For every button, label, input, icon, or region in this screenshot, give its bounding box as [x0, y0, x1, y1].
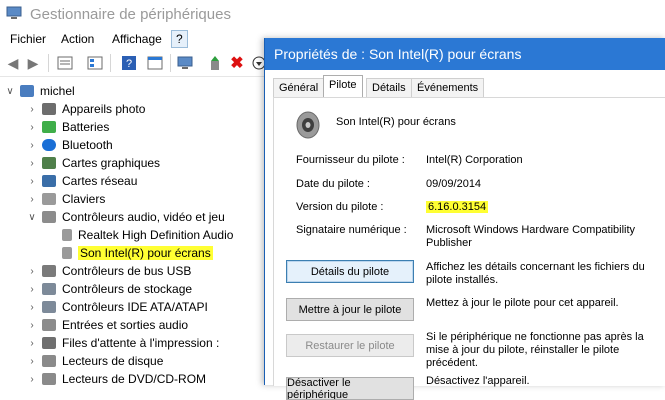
- date-value: 09/09/2014: [426, 178, 482, 190]
- tree-item-son-intel[interactable]: Son Intel(R) pour écrans: [62, 244, 213, 262]
- driver-panel: Son Intel(R) pour écrans Fournisseur du …: [273, 97, 665, 400]
- battery-icon: [42, 121, 56, 133]
- update-driver-button[interactable]: Mettre à jour le pilote: [286, 298, 414, 321]
- disable-device-button[interactable]: Désactiver le périphérique: [286, 377, 414, 400]
- rollback-driver-button[interactable]: Restaurer le pilote: [286, 334, 414, 357]
- version-value: 6.16.0.3154: [426, 201, 489, 213]
- speaker-icon: [62, 229, 72, 241]
- toolbar-separator: [170, 54, 171, 72]
- computer-icon: [20, 85, 34, 97]
- tree-item-cartes-reseau[interactable]: › Cartes réseau: [26, 172, 137, 190]
- audio-io-icon: [42, 319, 56, 331]
- menu-fichier[interactable]: Fichier: [10, 32, 46, 46]
- forward-arrow-icon[interactable]: ▶: [24, 54, 42, 72]
- expand-arrow-icon[interactable]: ›: [26, 122, 38, 133]
- update-driver-description: Mettez à jour le pilote pour cet apparei…: [426, 297, 619, 309]
- add-driver-icon[interactable]: [206, 54, 224, 72]
- bluetooth-icon: [42, 139, 56, 151]
- list-view-icon[interactable]: [86, 54, 104, 72]
- expand-arrow-icon[interactable]: ›: [26, 320, 38, 331]
- ide-controller-icon: [42, 301, 56, 313]
- expand-arrow-icon[interactable]: ›: [26, 338, 38, 349]
- tree-item-claviers[interactable]: › Claviers: [26, 190, 105, 208]
- date-label: Date du pilote :: [296, 178, 370, 190]
- camera-icon: [42, 103, 56, 115]
- expand-arrow-icon[interactable]: ›: [26, 356, 38, 367]
- provider-label: Fournisseur du pilote :: [296, 154, 405, 166]
- signer-label: Signataire numérique :: [296, 224, 407, 236]
- provider-value: Intel(R) Corporation: [426, 154, 523, 166]
- device-manager-icon: [6, 6, 22, 20]
- expand-arrow-icon[interactable]: ›: [26, 374, 38, 385]
- expand-arrow-icon[interactable]: ›: [26, 158, 38, 169]
- collapse-arrow-icon[interactable]: ∨: [26, 212, 38, 223]
- keyboard-icon: [42, 193, 56, 205]
- version-label: Version du pilote :: [296, 201, 384, 213]
- disable-device-description: Désactivez l'appareil.: [426, 375, 530, 387]
- tab-general[interactable]: Général: [273, 78, 325, 97]
- expand-arrow-icon[interactable]: ›: [26, 140, 38, 151]
- tree-item-entrees-sorties-audio[interactable]: › Entrées et sorties audio: [26, 316, 188, 334]
- expand-arrow-icon[interactable]: ›: [26, 176, 38, 187]
- menu-action[interactable]: Action: [61, 32, 94, 46]
- tree-item-controleurs-audio[interactable]: ∨ Contrôleurs audio, vidéo et jeu: [26, 208, 224, 226]
- speaker-icon: [294, 110, 322, 140]
- properties-dialog: Propriétés de : Son Intel(R) pour écrans…: [264, 38, 665, 400]
- menu-affichage[interactable]: Affichage: [112, 32, 162, 46]
- usb-icon: [42, 265, 56, 277]
- scan-hardware-icon[interactable]: [176, 54, 194, 72]
- driver-details-button[interactable]: Détails du pilote: [286, 260, 414, 283]
- tree-item-realtek-audio[interactable]: Realtek High Definition Audio: [62, 226, 233, 244]
- expand-arrow-icon[interactable]: ›: [26, 302, 38, 313]
- toolbar-separator: [48, 54, 49, 72]
- uninstall-x-icon[interactable]: ✖: [228, 54, 246, 72]
- properties-icon[interactable]: [56, 54, 74, 72]
- menu-help[interactable]: ?: [171, 30, 188, 48]
- storage-icon: [42, 283, 56, 295]
- dm-title: Gestionnaire de périphériques: [30, 6, 231, 23]
- speaker-icon: [62, 247, 72, 259]
- tree-item-bus-usb[interactable]: › Contrôleurs de bus USB: [26, 262, 191, 280]
- device-tree: ∨ michel › Appareils photo › Batteries ›…: [0, 78, 265, 388]
- dialog-title-bar[interactable]: Propriétés de : Son Intel(R) pour écrans: [265, 38, 665, 70]
- signer-value: Microsoft Windows Hardware Compatibility…: [426, 224, 636, 249]
- expand-arrow-icon[interactable]: ›: [26, 194, 38, 205]
- tree-item-batteries[interactable]: › Batteries: [26, 118, 109, 136]
- expand-arrow-icon[interactable]: ›: [26, 284, 38, 295]
- window-icon[interactable]: [146, 54, 164, 72]
- version-value-wrap: 6.16.0.3154: [426, 201, 656, 214]
- tab-evenements[interactable]: Événements: [411, 78, 485, 97]
- driver-details-description: Affichez les détails concernant les fich…: [426, 261, 645, 286]
- tree-item-files-impression[interactable]: › Files d'attente à l'impression :: [26, 334, 219, 352]
- toolbar-separator: [110, 54, 111, 72]
- tree-item-lecteurs-dvd[interactable]: › Lecteurs de DVD/CD-ROM: [26, 370, 206, 388]
- tab-pilote[interactable]: Pilote: [323, 75, 363, 97]
- tree-item-stockage[interactable]: › Contrôleurs de stockage: [26, 280, 192, 298]
- tree-item-ide-ata[interactable]: › Contrôleurs IDE ATA/ATAPI: [26, 298, 208, 316]
- disk-drive-icon: [42, 355, 56, 367]
- tree-root[interactable]: ∨ michel: [4, 82, 74, 100]
- printer-icon: [42, 337, 56, 349]
- tree-item-bluetooth[interactable]: › Bluetooth: [26, 136, 112, 154]
- display-adapter-icon: [42, 157, 56, 169]
- tab-details[interactable]: Détails: [366, 78, 412, 97]
- expand-arrow-icon[interactable]: ›: [26, 266, 38, 277]
- dvd-drive-icon: [42, 373, 56, 385]
- collapse-arrow-icon[interactable]: ∨: [4, 86, 16, 97]
- expand-arrow-icon[interactable]: ›: [26, 104, 38, 115]
- speaker-icon: [42, 211, 56, 223]
- device-name: Son Intel(R) pour écrans: [336, 116, 456, 128]
- tree-item-cartes-graphiques[interactable]: › Cartes graphiques: [26, 154, 160, 172]
- network-adapter-icon: [42, 175, 56, 187]
- help-icon[interactable]: ?: [120, 54, 138, 72]
- tree-item-appareils-photo[interactable]: › Appareils photo: [26, 100, 145, 118]
- rollback-driver-description: Si le périphérique ne fonctionne pas apr…: [426, 331, 644, 369]
- back-arrow-icon[interactable]: ◀: [4, 54, 22, 72]
- svg-text:?: ?: [126, 58, 132, 70]
- dialog-title: Propriétés de : Son Intel(R) pour écrans: [274, 46, 522, 62]
- dm-title-bar: Gestionnaire de périphériques: [0, 0, 665, 28]
- tree-item-lecteurs-disque[interactable]: › Lecteurs de disque: [26, 352, 163, 370]
